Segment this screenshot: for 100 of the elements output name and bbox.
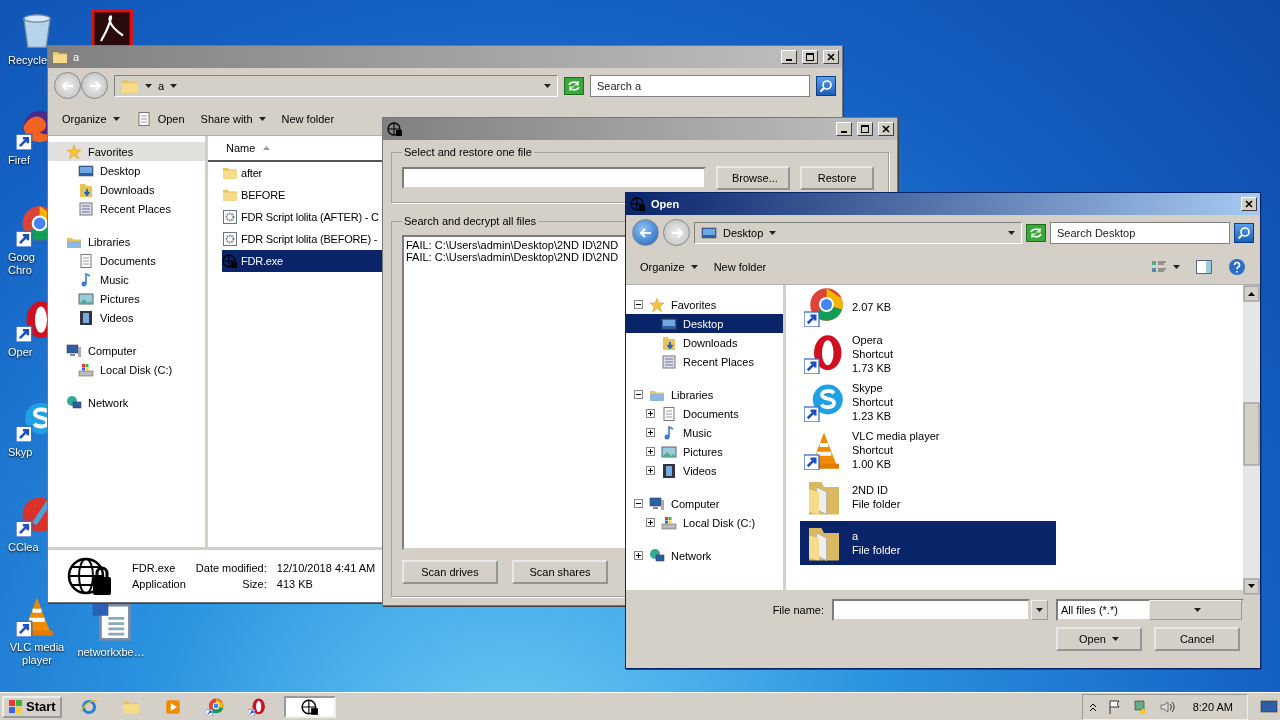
search-field[interactable]: Search a bbox=[590, 74, 810, 97]
expand-toggle[interactable] bbox=[646, 428, 655, 437]
back-button[interactable] bbox=[54, 72, 81, 99]
start-button[interactable]: Start bbox=[2, 695, 62, 718]
desktop-icon-label[interactable]: Goog Chro bbox=[8, 251, 46, 277]
nav-item[interactable]: Recent Places bbox=[626, 352, 783, 371]
nav-item[interactable]: Documents bbox=[626, 404, 783, 423]
file-tile[interactable]: Skype Shortcut 1.23 KB bbox=[800, 379, 1056, 425]
close-button[interactable] bbox=[1241, 197, 1257, 211]
close-button[interactable] bbox=[878, 122, 894, 136]
file-tile[interactable]: 2.07 KB bbox=[800, 285, 1056, 329]
toolbar-button[interactable]: Organize bbox=[56, 110, 126, 128]
toolbar-button[interactable]: Share with bbox=[194, 110, 272, 128]
desktop-icon-label[interactable]: CClea bbox=[8, 541, 46, 554]
nav-item[interactable]: Local Disk (C:) bbox=[626, 513, 783, 532]
browse-button[interactable]: Browse... bbox=[716, 166, 790, 190]
desktop-icon-label[interactable]: Oper bbox=[8, 346, 46, 359]
file-tile[interactable]: VLC media player Shortcut 1.00 KB bbox=[800, 427, 1056, 473]
file-row[interactable]: FDR.exe bbox=[222, 250, 382, 272]
file-row[interactable]: after bbox=[222, 162, 382, 184]
nav-item[interactable]: Pictures bbox=[626, 442, 783, 461]
scrollbar[interactable] bbox=[1243, 285, 1260, 595]
expand-toggle[interactable] bbox=[634, 499, 643, 508]
file-row[interactable]: FDR Script lolita (AFTER) - C bbox=[222, 206, 382, 228]
file-row[interactable]: FDR Script lolita (BEFORE) - bbox=[222, 228, 382, 250]
nav-item[interactable]: Music bbox=[626, 423, 783, 442]
computer-icon bbox=[66, 342, 82, 359]
show-desktop-icon[interactable] bbox=[1260, 699, 1278, 714]
maximize-button[interactable] bbox=[802, 50, 818, 64]
refresh-button[interactable] bbox=[1026, 223, 1046, 242]
address-bar[interactable]: Desktop bbox=[694, 221, 1022, 244]
back-button[interactable] bbox=[632, 219, 659, 246]
network-icon[interactable] bbox=[1132, 698, 1149, 715]
nav-item[interactable]: Desktop bbox=[48, 161, 205, 180]
minimize-button[interactable] bbox=[836, 122, 852, 136]
nav-item[interactable]: Videos bbox=[48, 308, 205, 327]
nav-item[interactable]: Network bbox=[626, 546, 783, 565]
breadcrumb[interactable]: a bbox=[158, 79, 165, 92]
open-button[interactable]: Open bbox=[1056, 627, 1142, 651]
search-button[interactable] bbox=[1234, 222, 1254, 243]
search-field[interactable]: Search Desktop bbox=[1050, 221, 1230, 244]
nav-item[interactable]: Libraries bbox=[48, 232, 205, 251]
scan-button[interactable]: Scan drives bbox=[402, 560, 498, 584]
nav-item[interactable]: Music bbox=[48, 270, 205, 289]
nav-item[interactable]: Local Disk (C:) bbox=[48, 360, 205, 379]
forward-button[interactable] bbox=[81, 72, 108, 99]
file-tile[interactable]: 2ND ID File folder bbox=[800, 475, 1056, 519]
file-tile[interactable]: a File folder bbox=[800, 521, 1056, 565]
nav-item[interactable]: Pictures bbox=[48, 289, 205, 308]
nav-item[interactable]: Downloads bbox=[48, 180, 205, 199]
window-title: a bbox=[73, 51, 80, 63]
speaker-icon[interactable] bbox=[1158, 698, 1175, 715]
file-name-field[interactable] bbox=[832, 599, 1030, 621]
restore-button[interactable]: Restore bbox=[800, 166, 874, 190]
desktop-icon-label[interactable]: Skyp bbox=[8, 446, 46, 459]
nav-item[interactable]: Libraries bbox=[626, 385, 783, 404]
toolbar-button[interactable]: Open bbox=[129, 108, 191, 130]
file-type-dropdown[interactable]: All files (*.*) bbox=[1056, 599, 1244, 621]
nav-item[interactable]: Desktop bbox=[626, 314, 783, 333]
expand-toggle[interactable] bbox=[646, 447, 655, 456]
taskbar-app-button[interactable] bbox=[283, 695, 336, 718]
desktop-icon-label[interactable]: VLC media player bbox=[8, 641, 66, 667]
expand-toggle[interactable] bbox=[634, 390, 643, 399]
expand-toggle[interactable] bbox=[634, 551, 643, 560]
nav-item[interactable]: Computer bbox=[626, 494, 783, 513]
clock[interactable]: 8:20 AM bbox=[1184, 700, 1241, 713]
nav-item[interactable]: Favorites bbox=[48, 142, 205, 161]
toolbar-button[interactable]: New folder bbox=[707, 258, 773, 276]
expand-toggle[interactable] bbox=[646, 466, 655, 475]
desktop-icon-label[interactable]: Firef bbox=[8, 154, 46, 167]
search-button[interactable] bbox=[816, 75, 836, 96]
dropdown-button[interactable] bbox=[1031, 600, 1048, 620]
scan-button[interactable]: Scan shares bbox=[512, 560, 608, 584]
toolbar-button[interactable]: New folder bbox=[275, 110, 341, 128]
flag-icon[interactable] bbox=[1106, 698, 1123, 715]
nav-item[interactable]: Documents bbox=[48, 251, 205, 270]
minimize-button[interactable] bbox=[781, 50, 797, 64]
expand-toggle[interactable] bbox=[634, 300, 643, 309]
nav-item[interactable]: Favorites bbox=[626, 295, 783, 314]
file-path-field[interactable] bbox=[402, 167, 706, 189]
nav-item[interactable]: Computer bbox=[48, 341, 205, 360]
maximize-button[interactable] bbox=[857, 122, 873, 136]
refresh-button[interactable] bbox=[564, 76, 584, 95]
show-hidden-icons-icon[interactable] bbox=[1088, 701, 1097, 712]
expand-toggle[interactable] bbox=[646, 409, 655, 418]
toolbar-button[interactable]: Organize bbox=[634, 258, 704, 276]
desktop-icon-label[interactable]: networkxbe… bbox=[77, 646, 145, 659]
nav-item[interactable]: Recent Places bbox=[48, 199, 205, 218]
nav-item[interactable]: Downloads bbox=[626, 333, 783, 352]
cancel-button[interactable]: Cancel bbox=[1154, 627, 1240, 651]
file-tile[interactable]: Opera Shortcut 1.73 KB bbox=[800, 331, 1056, 377]
desktop-icon-label[interactable]: Recycle bbox=[8, 54, 46, 67]
nav-item[interactable]: Videos bbox=[626, 461, 783, 480]
expand-toggle[interactable] bbox=[646, 518, 655, 527]
forward-button[interactable] bbox=[663, 219, 690, 246]
nav-item[interactable]: Network bbox=[48, 393, 205, 412]
file-row[interactable]: BEFORE bbox=[222, 184, 382, 206]
address-bar[interactable]: a bbox=[114, 74, 558, 97]
close-button[interactable] bbox=[823, 50, 839, 64]
breadcrumb[interactable]: Desktop bbox=[723, 226, 764, 239]
